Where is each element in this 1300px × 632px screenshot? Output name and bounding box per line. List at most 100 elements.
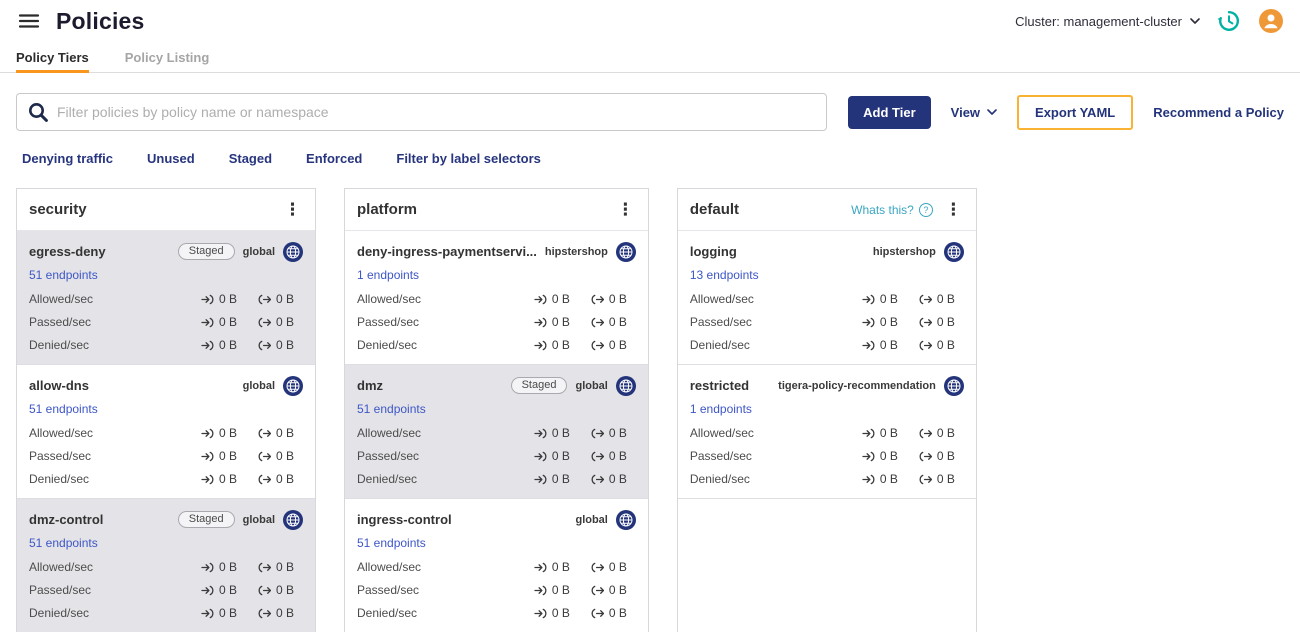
- search-input[interactable]: [57, 104, 816, 120]
- egress-value: 0 B: [258, 314, 303, 330]
- globe-icon: [615, 509, 636, 530]
- add-tier-button[interactable]: Add Tier: [848, 95, 931, 129]
- policy-scope-label: global: [575, 513, 608, 526]
- stat-label: Allowed/sec: [689, 292, 754, 306]
- policy-card-logging[interactable]: logging hipstershop 13 endpoints Allowed…: [677, 231, 976, 365]
- policy-header: egress-deny Staged global: [29, 240, 303, 263]
- stat-value: 0 B: [276, 338, 295, 352]
- filter-staged[interactable]: Staged: [229, 151, 272, 166]
- ingress-icon: [862, 428, 875, 438]
- ingress-value: 0 B: [862, 291, 907, 307]
- help-icon: ?: [918, 202, 933, 217]
- policy-card-dmz[interactable]: dmz Staged global 51 endpoints Allowed/s…: [345, 365, 648, 499]
- endpoints-link[interactable]: 1 endpoints: [357, 268, 419, 282]
- tier-menu-button[interactable]: ⋮: [282, 201, 303, 218]
- tier-menu-button[interactable]: ⋮: [615, 201, 636, 218]
- endpoints-link[interactable]: 13 endpoints: [690, 268, 759, 282]
- egress-icon: [258, 608, 271, 618]
- filter-unused[interactable]: Unused: [147, 151, 195, 166]
- policy-meta: hipstershop: [537, 241, 636, 262]
- ingress-icon: [534, 608, 547, 618]
- endpoints-link[interactable]: 51 endpoints: [357, 536, 426, 550]
- ingress-value: 0 B: [201, 605, 246, 621]
- tier-column-default: default Whats this? ? ⋮ logging hipsters…: [676, 188, 977, 632]
- stat-value: 0 B: [608, 606, 627, 620]
- tab-policy-tiers[interactable]: Policy Tiers: [16, 42, 89, 73]
- policy-card-deny-ingress-paymentservice[interactable]: deny-ingress-paymentservi... hipstershop…: [345, 231, 648, 365]
- user-menu-button[interactable]: [1258, 8, 1284, 34]
- ingress-icon: [201, 451, 214, 461]
- egress-icon: [591, 340, 604, 350]
- egress-value: 0 B: [919, 314, 964, 330]
- tab-bar: Policy Tiers Policy Listing: [0, 42, 1300, 73]
- stat-value: 0 B: [608, 449, 627, 463]
- staged-badge: Staged: [177, 511, 235, 528]
- endpoints-link[interactable]: 1 endpoints: [690, 402, 752, 416]
- egress-value: 0 B: [258, 471, 303, 487]
- stat-row: Denied/sec 0 B 0 B: [690, 337, 964, 353]
- endpoints-link[interactable]: 51 endpoints: [357, 402, 426, 416]
- policy-card-egress-deny[interactable]: egress-deny Staged global 51 endpoints A…: [17, 231, 315, 365]
- stat-label: Denied/sec: [689, 472, 750, 486]
- policy-card-ingress-control[interactable]: ingress-control global 51 endpoints Allo…: [345, 499, 648, 632]
- egress-value: 0 B: [919, 425, 964, 441]
- tier-menu-button[interactable]: ⋮: [943, 201, 964, 218]
- stat-value: 0 B: [936, 315, 955, 329]
- filter-enforced[interactable]: Enforced: [306, 151, 362, 166]
- egress-value: 0 B: [258, 337, 303, 353]
- cluster-selector[interactable]: Cluster: management-cluster: [1015, 14, 1200, 29]
- history-button[interactable]: [1216, 8, 1242, 34]
- stat-label: Passed/sec: [29, 449, 92, 463]
- ingress-icon: [201, 294, 214, 304]
- ingress-value: 0 B: [201, 448, 246, 464]
- chevron-down-icon: [987, 109, 997, 115]
- endpoints-link[interactable]: 51 endpoints: [29, 536, 98, 550]
- stat-row: Allowed/sec 0 B 0 B: [29, 559, 303, 575]
- stat-row: Denied/sec 0 B 0 B: [357, 337, 636, 353]
- policy-card-restricted[interactable]: restricted tigera-policy-recommendation …: [677, 365, 976, 499]
- view-dropdown[interactable]: View: [951, 105, 997, 120]
- egress-icon: [591, 451, 604, 461]
- page-root: Policies Cluster: management-cluster Pol…: [0, 0, 1300, 632]
- egress-icon: [258, 340, 271, 350]
- stat-row: Denied/sec 0 B 0 B: [29, 337, 303, 353]
- stat-label: Allowed/sec: [689, 426, 754, 440]
- policy-scope-label: global: [242, 379, 275, 392]
- policy-card-dmz-control[interactable]: dmz-control Staged global 51 endpoints A…: [17, 499, 315, 632]
- stat-value: 0 B: [936, 338, 955, 352]
- egress-value: 0 B: [258, 582, 303, 598]
- egress-value: 0 B: [258, 291, 303, 307]
- ingress-icon: [534, 428, 547, 438]
- ingress-value: 0 B: [201, 291, 246, 307]
- tab-policy-listing[interactable]: Policy Listing: [125, 42, 210, 72]
- ingress-icon: [201, 340, 214, 350]
- egress-value: 0 B: [919, 337, 964, 353]
- stat-value: 0 B: [551, 472, 570, 486]
- ingress-icon: [534, 451, 547, 461]
- stat-row: Passed/sec 0 B 0 B: [29, 314, 303, 330]
- policy-card-allow-dns[interactable]: allow-dns global 51 endpoints Allowed/se…: [17, 365, 315, 499]
- ingress-value: 0 B: [534, 314, 579, 330]
- policy-header: deny-ingress-paymentservi... hipstershop: [357, 240, 636, 263]
- recommend-policy-link[interactable]: Recommend a Policy: [1153, 105, 1284, 120]
- endpoints-link[interactable]: 51 endpoints: [29, 268, 98, 282]
- stat-row: Passed/sec 0 B 0 B: [357, 314, 636, 330]
- egress-icon: [591, 474, 604, 484]
- policy-name: dmz: [357, 378, 383, 393]
- egress-icon: [919, 451, 932, 461]
- stat-row: Allowed/sec 0 B 0 B: [29, 425, 303, 441]
- egress-icon: [591, 294, 604, 304]
- menu-button[interactable]: [16, 8, 42, 34]
- stat-row: Denied/sec 0 B 0 B: [357, 605, 636, 621]
- stat-label: Passed/sec: [29, 315, 92, 329]
- endpoints-link[interactable]: 51 endpoints: [29, 402, 98, 416]
- stat-label: Denied/sec: [29, 338, 90, 352]
- whats-this-link[interactable]: Whats this? ?: [851, 202, 933, 217]
- user-avatar-icon: [1259, 9, 1283, 33]
- stat-value: 0 B: [936, 426, 955, 440]
- filter-denying-traffic[interactable]: Denying traffic: [22, 151, 113, 166]
- filter-label-selectors[interactable]: Filter by label selectors: [396, 151, 541, 166]
- stat-row: Allowed/sec 0 B 0 B: [357, 559, 636, 575]
- stat-label: Denied/sec: [29, 606, 90, 620]
- export-yaml-button[interactable]: Export YAML: [1017, 94, 1134, 130]
